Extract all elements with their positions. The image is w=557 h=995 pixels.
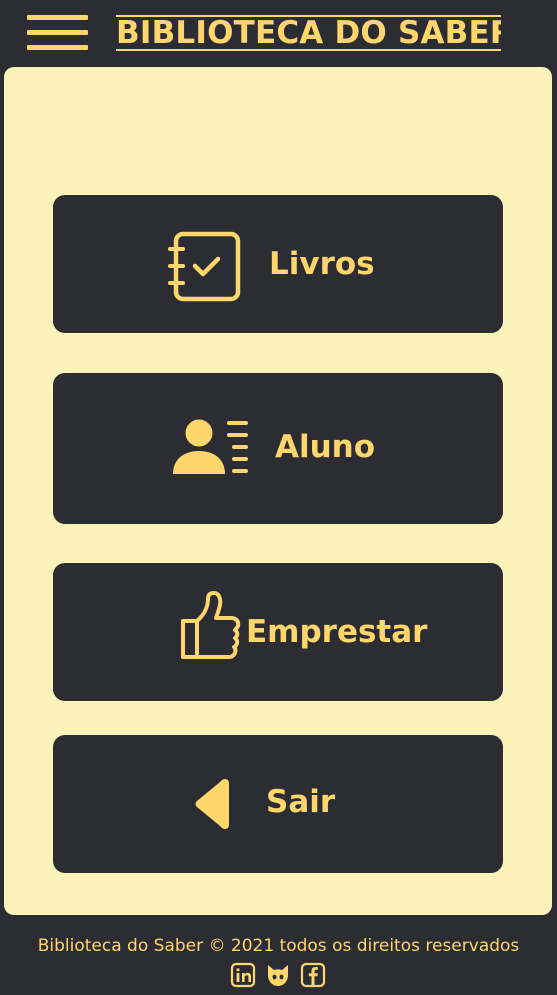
emprestar-label: Emprestar [246, 614, 428, 650]
main-panel: Livros Aluno Emprestar Sair [4, 67, 552, 915]
sair-button[interactable]: Sair [53, 735, 503, 873]
github-icon[interactable] [265, 962, 291, 988]
user-list-icon [173, 419, 248, 474]
facebook-icon[interactable] [300, 962, 326, 988]
page-title-frame: BIBLIOTECA DO SABER [116, 15, 501, 51]
aluno-label: Aluno [275, 429, 376, 465]
thumbs-up-icon [181, 591, 241, 659]
header: BIBLIOTECA DO SABER [0, 0, 557, 66]
page-title: BIBLIOTECA DO SABER [116, 17, 501, 49]
sair-label: Sair [266, 784, 336, 820]
back-arrow-icon [195, 779, 229, 829]
aluno-button[interactable]: Aluno [53, 373, 503, 524]
livros-button[interactable]: Livros [53, 195, 503, 333]
hamburger-line [27, 45, 88, 50]
checklist-notebook-icon [168, 231, 241, 302]
emprestar-button[interactable]: Emprestar [53, 563, 503, 701]
livros-label: Livros [269, 246, 375, 282]
hamburger-line [27, 30, 88, 35]
footer-copyright: Biblioteca do Saber © 2021 todos os dire… [37, 936, 520, 956]
linkedin-icon[interactable] [230, 962, 256, 988]
hamburger-menu-button[interactable] [27, 15, 88, 50]
hamburger-line [27, 15, 88, 20]
